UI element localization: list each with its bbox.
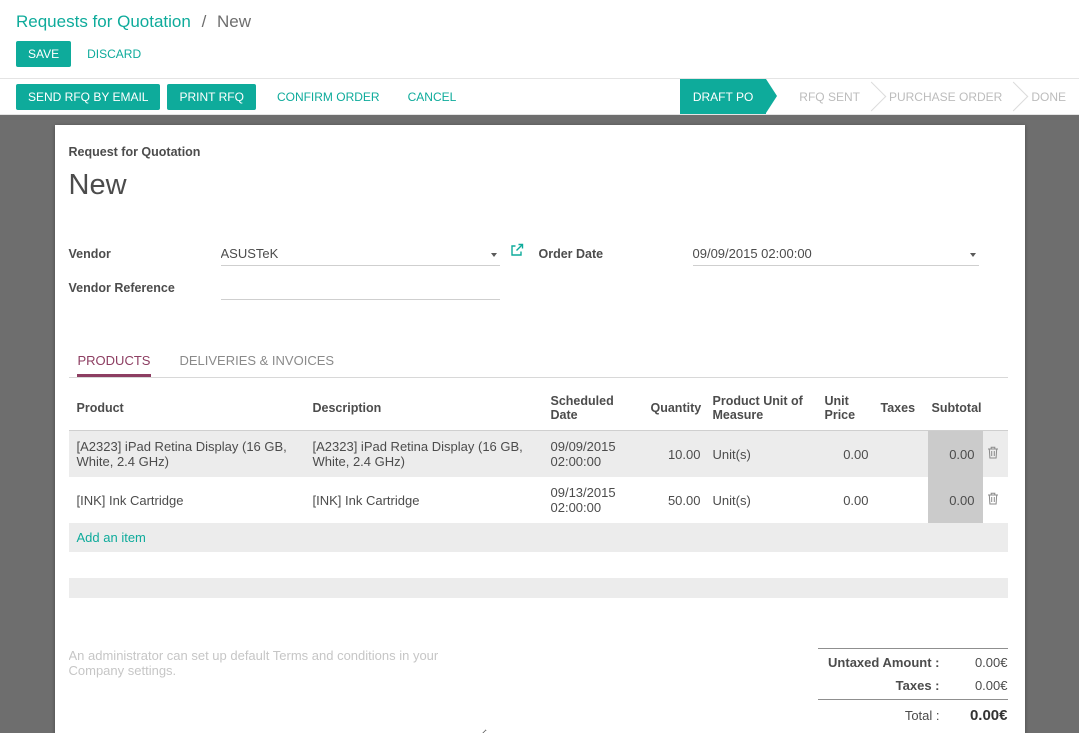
taxes-row: Taxes : 0.00€ — [818, 674, 1008, 697]
header: Requests for Quotation / New SAVE DISCAR… — [0, 0, 1079, 78]
vendor-label: Vendor — [69, 247, 221, 266]
cell-description[interactable]: [INK] Ink Cartridge — [309, 477, 547, 523]
statusbar-step-draft-po[interactable]: DRAFT PO — [680, 79, 766, 114]
notebook-tabs: PRODUCTS DELIVERIES & INVOICES — [69, 346, 1008, 378]
col-header-taxes: Taxes — [877, 386, 928, 431]
add-item-row: Add an item — [69, 523, 1008, 552]
totals-block: Untaxed Amount : 0.00€ Taxes : 0.00€ Tot… — [818, 648, 1008, 733]
cell-subtotal: 0.00 — [928, 431, 983, 478]
tab-products[interactable]: PRODUCTS — [77, 346, 152, 377]
order-lines-table: Product Description Scheduled Date Quant… — [69, 386, 1008, 552]
send-rfq-by-email-button[interactable]: SEND RFQ BY EMAIL — [16, 84, 160, 110]
col-header-unit-price: Unit Price — [821, 386, 877, 431]
terms-and-conditions-input[interactable] — [69, 648, 487, 733]
sheet-footer: Untaxed Amount : 0.00€ Taxes : 0.00€ Tot… — [69, 648, 1008, 733]
cell-unit-price[interactable]: 0.00 — [821, 477, 877, 523]
col-header-subtotal: Subtotal — [928, 386, 983, 431]
cell-quantity[interactable]: 50.00 — [647, 477, 709, 523]
print-rfq-button[interactable]: PRINT RFQ — [167, 84, 255, 110]
col-header-uom: Product Unit of Measure — [709, 386, 821, 431]
cell-description[interactable]: [A2323] iPad Retina Display (16 GB, Whit… — [309, 431, 547, 478]
cell-unit-price[interactable]: 0.00 — [821, 431, 877, 478]
col-header-description: Description — [309, 386, 547, 431]
tab-deliveries-invoices[interactable]: DELIVERIES & INVOICES — [178, 346, 335, 377]
taxes-label: Taxes : — [896, 678, 940, 693]
form-sheet: Request for Quotation New Vendor — [55, 125, 1025, 733]
external-link-icon[interactable] — [510, 243, 524, 262]
vendor-input[interactable] — [221, 244, 500, 266]
cell-quantity[interactable]: 10.00 — [647, 431, 709, 478]
workflow-buttons: SEND RFQ BY EMAIL PRINT RFQ CONFIRM ORDE… — [16, 79, 470, 114]
col-header-actions — [983, 386, 1008, 431]
statusbar: DRAFT PO RFQ SENT PURCHASE ORDER DONE — [680, 79, 1079, 114]
untaxed-amount-row: Untaxed Amount : 0.00€ — [818, 651, 1008, 674]
page-title: New — [69, 169, 1008, 202]
workflow-toolbar: SEND RFQ BY EMAIL PRINT RFQ CONFIRM ORDE… — [0, 78, 1079, 115]
vendor-reference-input[interactable] — [221, 278, 500, 300]
breadcrumb-separator: / — [202, 12, 207, 31]
cell-product[interactable]: [INK] Ink Cartridge — [69, 477, 309, 523]
cell-uom[interactable]: Unit(s) — [709, 431, 821, 478]
discard-button[interactable]: DISCARD — [87, 47, 141, 61]
col-header-quantity: Quantity — [647, 386, 709, 431]
order-date-label: Order Date — [539, 247, 693, 266]
caret-down-icon[interactable] — [491, 253, 497, 257]
table-row: [A2323] iPad Retina Display (16 GB, Whit… — [69, 431, 1008, 478]
breadcrumb: Requests for Quotation / New — [16, 12, 1063, 32]
cell-scheduled-date[interactable]: 09/09/2015 02:00:00 — [547, 431, 647, 478]
form-canvas: Request for Quotation New Vendor — [0, 115, 1079, 733]
col-header-product: Product — [69, 386, 309, 431]
cell-uom[interactable]: Unit(s) — [709, 477, 821, 523]
cell-subtotal: 0.00 — [928, 477, 983, 523]
cell-taxes[interactable] — [877, 477, 928, 523]
page: Requests for Quotation / New SAVE DISCAR… — [0, 0, 1079, 733]
vendor-reference-label: Vendor Reference — [69, 281, 221, 300]
breadcrumb-current: New — [217, 12, 251, 31]
record-action-row: SAVE DISCARD — [16, 41, 1063, 78]
form-fields: Vendor — [69, 242, 1008, 310]
statusbar-step-purchase-order[interactable]: PURCHASE ORDER — [876, 79, 1015, 114]
table-header-row: Product Description Scheduled Date Quant… — [69, 386, 1008, 431]
total-label: Total : — [905, 708, 940, 723]
taxes-value: 0.00€ — [950, 678, 1008, 693]
document-type-label: Request for Quotation — [69, 145, 1008, 159]
untaxed-amount-label: Untaxed Amount : — [828, 655, 939, 670]
trash-icon[interactable] — [987, 446, 999, 462]
empty-section — [69, 578, 1008, 598]
total-value: 0.00€ — [950, 707, 1008, 724]
confirm-order-button[interactable]: CONFIRM ORDER — [277, 90, 380, 104]
total-row: Total : 0.00€ — [818, 699, 1008, 728]
untaxed-amount-value: 0.00€ — [950, 655, 1008, 670]
add-an-item-link[interactable]: Add an item — [77, 530, 146, 545]
trash-icon[interactable] — [987, 492, 999, 508]
cell-product[interactable]: [A2323] iPad Retina Display (16 GB, Whit… — [69, 431, 309, 478]
caret-down-icon[interactable] — [970, 253, 976, 257]
order-date-input[interactable] — [693, 244, 979, 266]
col-header-scheduled-date: Scheduled Date — [547, 386, 647, 431]
table-row: [INK] Ink Cartridge [INK] Ink Cartridge … — [69, 477, 1008, 523]
save-button[interactable]: SAVE — [16, 41, 71, 67]
cell-taxes[interactable] — [877, 431, 928, 478]
cell-scheduled-date[interactable]: 09/13/2015 02:00:00 — [547, 477, 647, 523]
breadcrumb-parent-link[interactable]: Requests for Quotation — [16, 12, 191, 31]
cancel-button[interactable]: CANCEL — [408, 90, 457, 104]
